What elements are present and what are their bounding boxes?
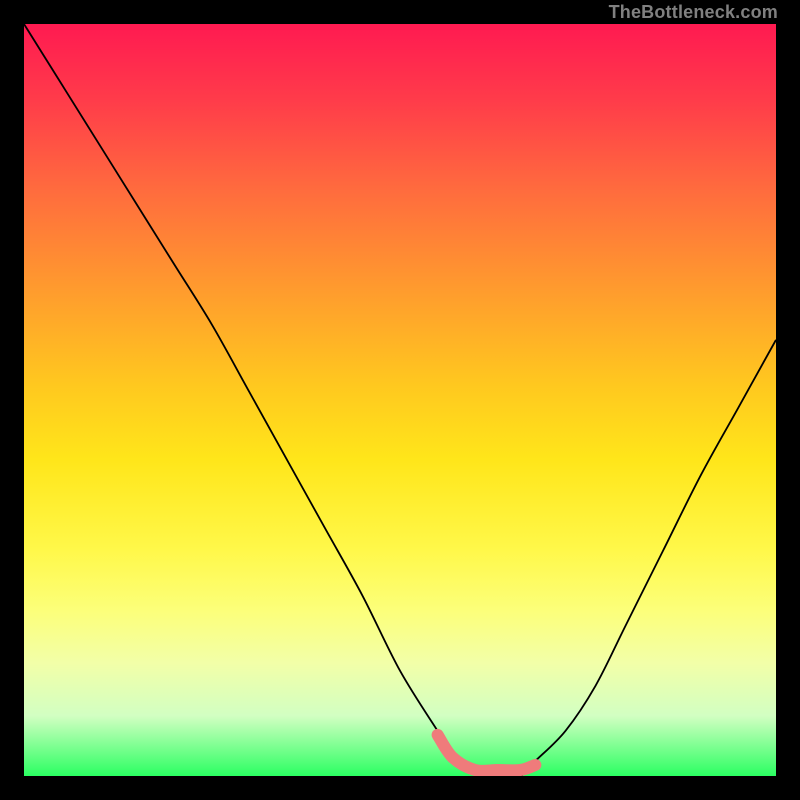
sweet-spot-marker xyxy=(438,735,536,771)
attribution-text: TheBottleneck.com xyxy=(609,0,778,24)
plot-area xyxy=(24,24,776,776)
chart-svg xyxy=(24,24,776,776)
chart-frame: TheBottleneck.com xyxy=(0,0,800,800)
bottleneck-curve xyxy=(24,24,776,776)
